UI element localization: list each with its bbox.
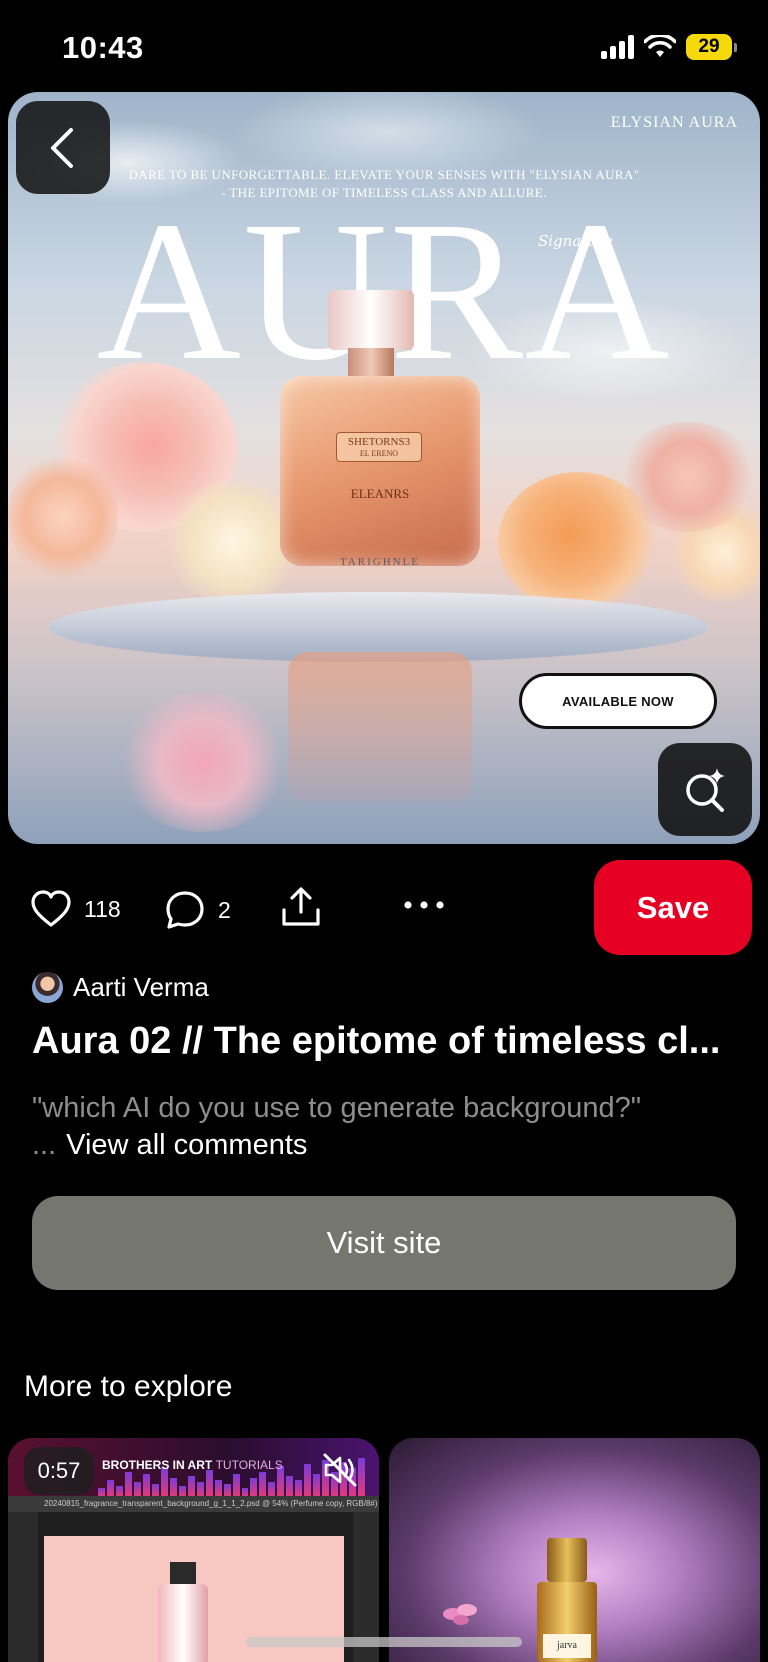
explore-card-image[interactable]: jarva bbox=[389, 1438, 760, 1662]
channel-name: BROTHERS IN ART TUTORIALS bbox=[102, 1458, 283, 1472]
save-button[interactable]: Save bbox=[594, 860, 752, 955]
perfume-label-line-1: SHETORNS3 bbox=[347, 436, 411, 448]
bottle-reflection bbox=[288, 652, 472, 802]
status-icons: 29 bbox=[601, 34, 737, 60]
visual-search-button[interactable] bbox=[658, 743, 752, 836]
perfume-bottle bbox=[280, 376, 480, 566]
perfume-bottle-name: ELEANRS bbox=[350, 486, 410, 501]
perfume-bottle-neck bbox=[348, 348, 394, 378]
bottle-thumbnail bbox=[158, 1584, 208, 1662]
bottle-label: jarva bbox=[543, 1634, 591, 1658]
more-options-button[interactable] bbox=[404, 900, 444, 910]
chevron-left-icon bbox=[51, 127, 73, 168]
like-count: 118 bbox=[84, 895, 121, 922]
bottle-cap bbox=[547, 1538, 587, 1582]
share-button[interactable] bbox=[280, 886, 322, 928]
channel-title: BROTHERS IN ART bbox=[102, 1458, 213, 1472]
muted-icon[interactable] bbox=[322, 1452, 358, 1488]
status-bar: 10:43 29 bbox=[0, 0, 768, 92]
more-icon bbox=[404, 901, 444, 909]
perfume-label: SHETORNS3 EL ERENO bbox=[336, 432, 422, 462]
flower-reflection bbox=[118, 692, 288, 832]
pin-title: Aura 02 // The epitome of timeless cl... bbox=[32, 1020, 721, 1062]
pin-actions: 118 2 Save bbox=[0, 860, 768, 956]
wifi-icon bbox=[644, 35, 676, 57]
image-signature: Signature bbox=[538, 232, 614, 250]
battery-icon: 29 bbox=[686, 34, 737, 60]
status-time: 10:43 bbox=[62, 30, 144, 65]
cellular-signal-icon bbox=[601, 35, 634, 59]
editor-toolbar bbox=[8, 1512, 38, 1662]
visit-site-button[interactable]: Visit site bbox=[32, 1196, 736, 1290]
back-button[interactable] bbox=[16, 101, 110, 194]
comment-count: 2 bbox=[218, 896, 231, 923]
avatar[interactable] bbox=[32, 972, 63, 1003]
comment-icon bbox=[166, 891, 204, 929]
perfume-bottle-cap bbox=[328, 290, 414, 350]
comment-button[interactable]: 2 bbox=[164, 890, 231, 930]
perfume-label-line-2: EL ERENO bbox=[359, 449, 399, 458]
view-all-comments-link[interactable]: View all comments bbox=[66, 1129, 307, 1161]
lens-sparkle-icon bbox=[686, 767, 725, 812]
image-brand-text: ELYSIAN AURA bbox=[610, 114, 738, 131]
bottle-cap-thumbnail bbox=[170, 1562, 196, 1586]
channel-suffix: TUTORIALS bbox=[215, 1458, 283, 1472]
available-now-pill: AVAILABLE NOW bbox=[519, 673, 717, 729]
editor-file-tab: 20240815_fragrance_transparent_backgroun… bbox=[8, 1496, 379, 1512]
flower-decoration bbox=[618, 422, 758, 532]
share-icon bbox=[282, 887, 320, 926]
author[interactable]: Aarti Verma bbox=[32, 972, 209, 1003]
section-title: More to explore bbox=[24, 1370, 233, 1403]
heart-icon bbox=[31, 890, 71, 927]
perfume-bottle-thumbnail: jarva bbox=[537, 1538, 597, 1662]
pin-image[interactable]: ELYSIAN AURA DARE TO BE UNFORGETTABLE. E… bbox=[8, 92, 760, 844]
comment-preview[interactable]: "which AI do you use to generate backgro… bbox=[32, 1090, 732, 1164]
video-duration-badge: 0:57 bbox=[24, 1447, 94, 1495]
flower-icon bbox=[443, 1604, 477, 1625]
home-indicator[interactable] bbox=[246, 1637, 522, 1647]
author-name[interactable]: Aarti Verma bbox=[73, 972, 209, 1003]
like-button[interactable]: 118 bbox=[30, 890, 121, 928]
perfume-bottle-base-text: TARIGHNLE bbox=[339, 556, 421, 568]
